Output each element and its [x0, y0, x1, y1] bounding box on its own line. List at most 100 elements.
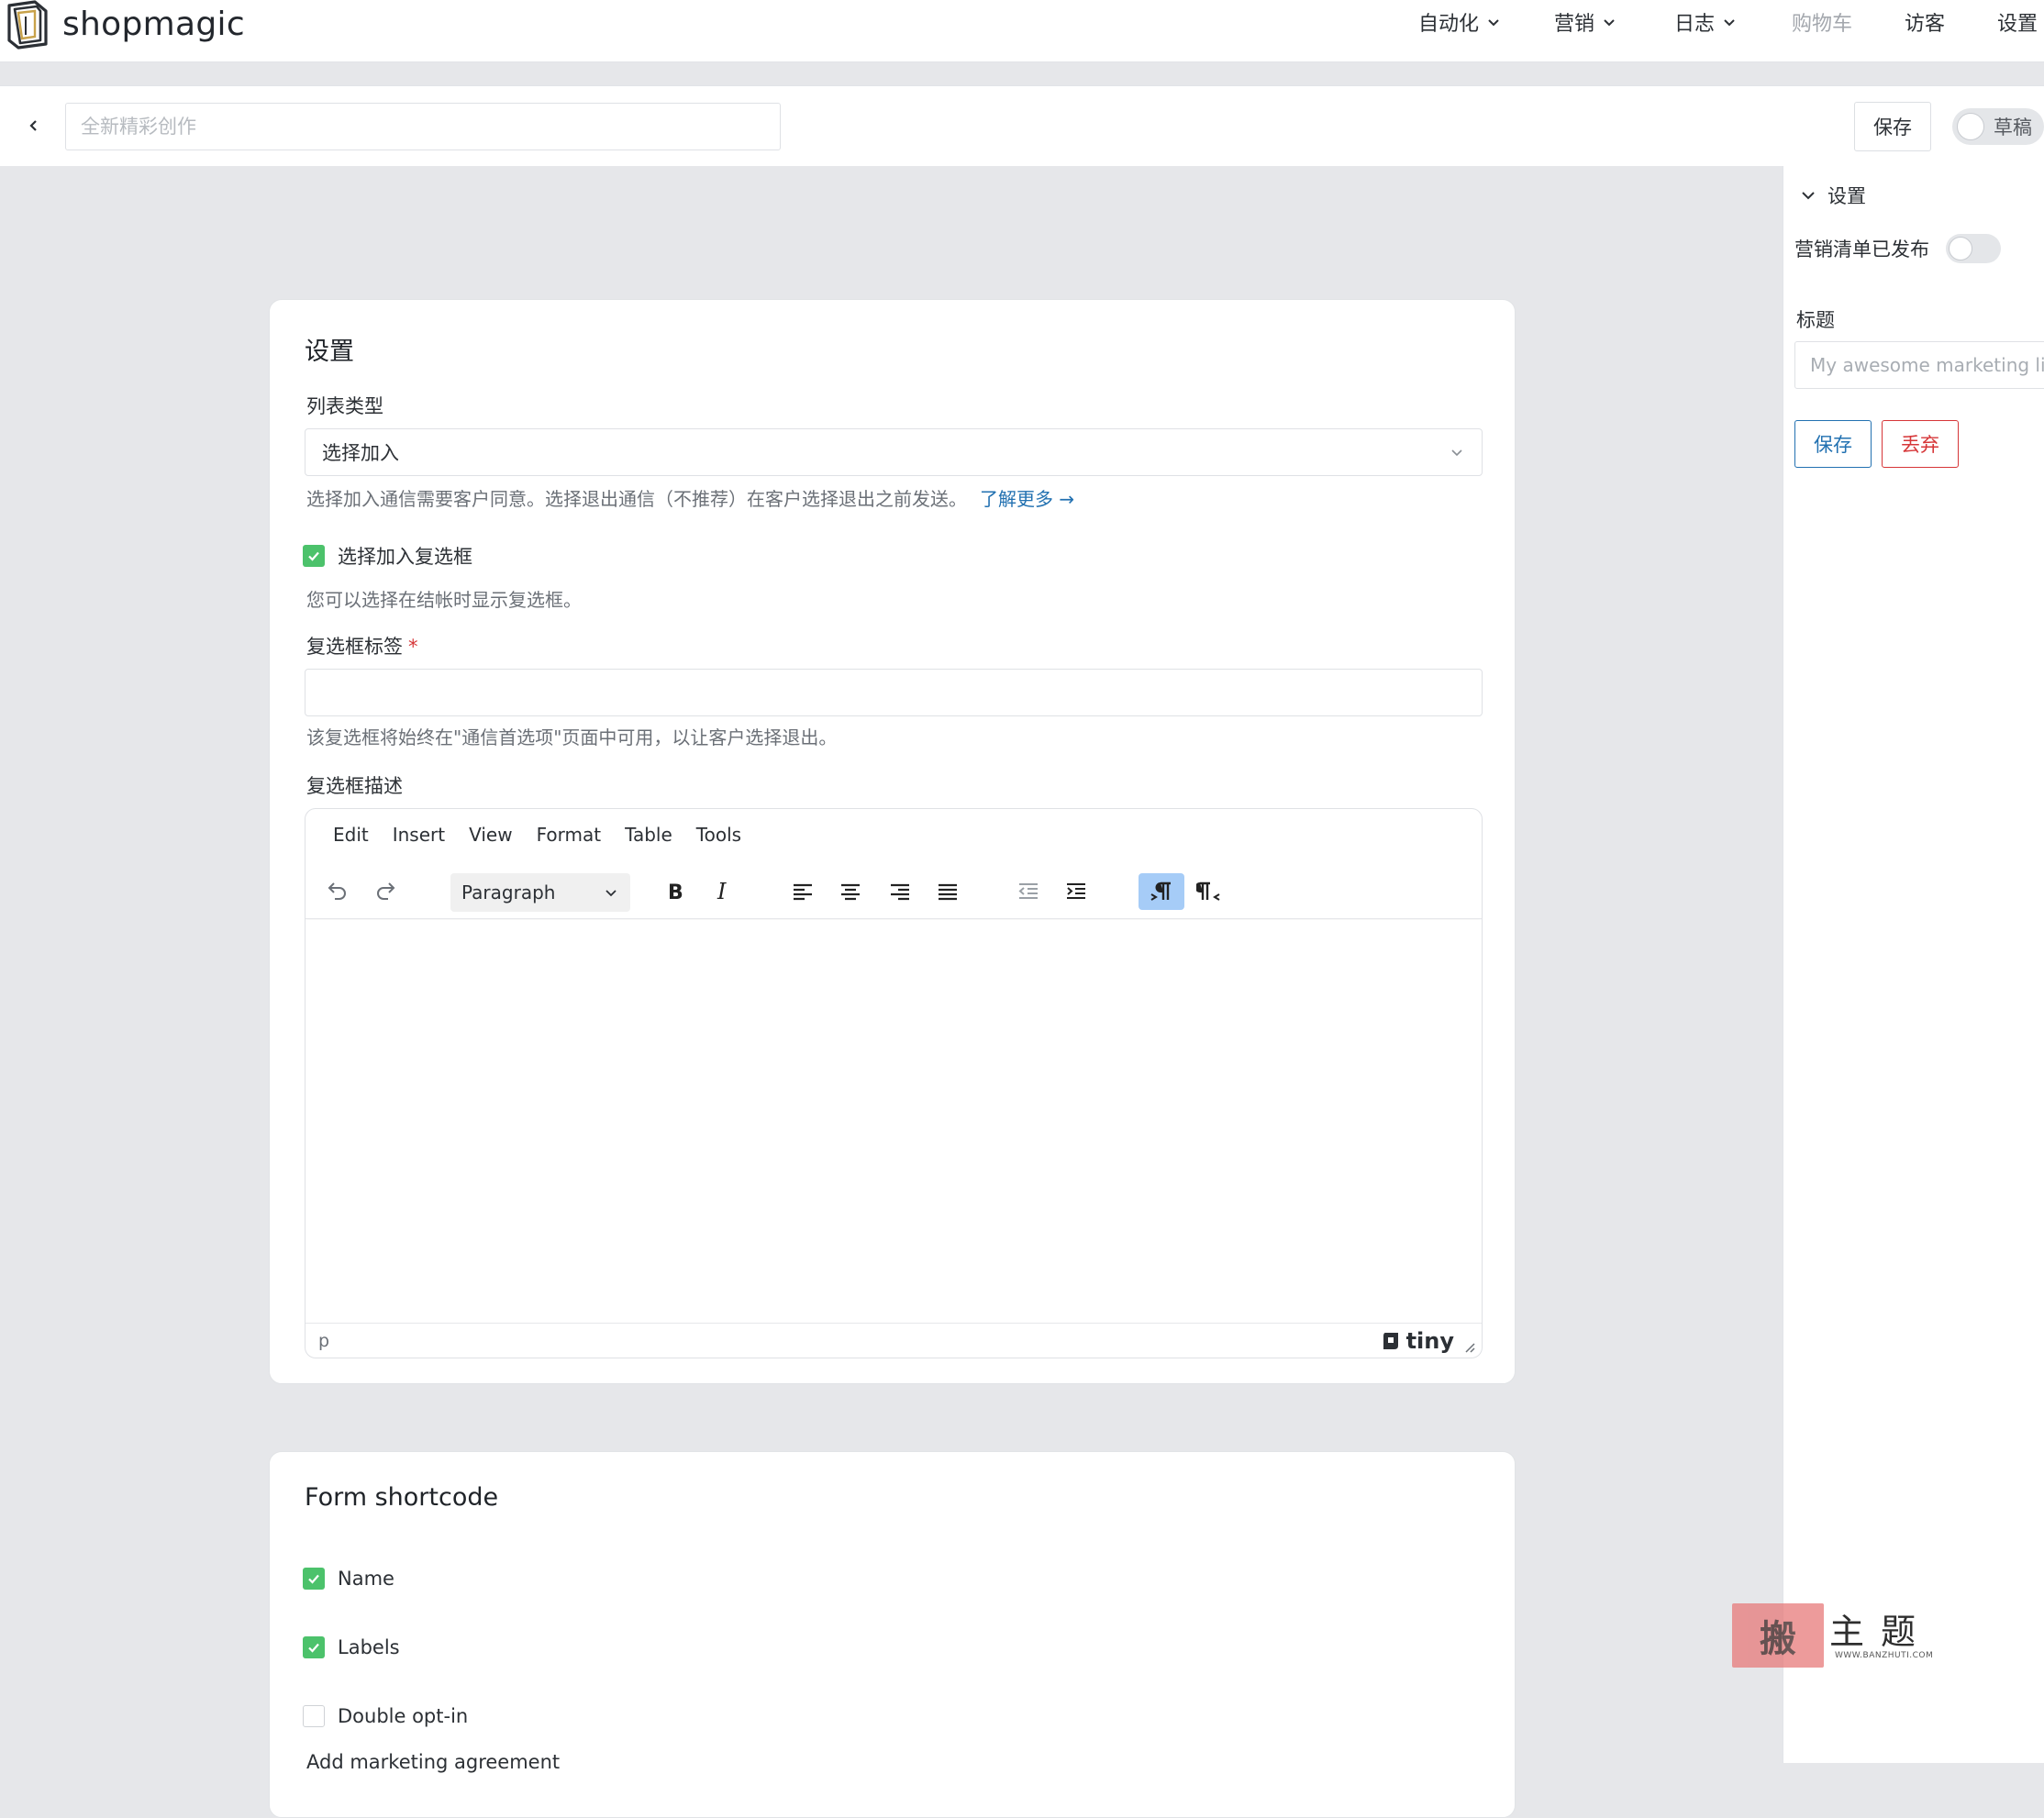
- italic-button[interactable]: I: [704, 873, 740, 910]
- checkbox-label-input[interactable]: [305, 669, 1483, 716]
- chevron-down-icon: [605, 890, 617, 897]
- indent-button[interactable]: [1058, 873, 1094, 910]
- bold-button[interactable]: B: [656, 873, 693, 910]
- nav-guests[interactable]: 访客: [1905, 6, 1945, 39]
- checkbox-unchecked[interactable]: [303, 1705, 325, 1727]
- editor-toolbar: Paragraph B I: [305, 864, 1482, 919]
- block-format-select[interactable]: Paragraph: [450, 873, 630, 912]
- editor-content-area[interactable]: [305, 920, 1482, 1324]
- checkbox-label-label-text: 复选框标签: [306, 636, 403, 658]
- toggle-knob: [1949, 237, 1972, 261]
- optin-checkbox-label: 选择加入复选框: [338, 546, 472, 568]
- list-type-select[interactable]: 选择加入: [305, 428, 1483, 476]
- optin-checkbox-help: 您可以选择在结帐时显示复选框。: [306, 589, 582, 611]
- chevron-left-icon: [29, 120, 37, 131]
- rtl-button[interactable]: [1192, 873, 1228, 910]
- rich-text-editor: Edit Insert View Format Table Tools Para…: [305, 808, 1483, 1358]
- chevron-down-icon: [1604, 19, 1615, 27]
- watermark-text: 主题: [1829, 1612, 1933, 1652]
- menu-table[interactable]: Table: [625, 824, 672, 846]
- sidebar-save-button[interactable]: 保存: [1794, 420, 1872, 468]
- learn-more-link[interactable]: 了解更多 →: [980, 488, 1074, 510]
- draft-toggle[interactable]: 草稿: [1952, 108, 2044, 145]
- checkbox-checked[interactable]: [303, 1568, 325, 1590]
- nav-settings-label: 设置: [1997, 13, 2038, 36]
- watermark-stamp: 搬: [1732, 1603, 1824, 1668]
- nav-logs[interactable]: 日志: [1674, 6, 1737, 39]
- sidebar-title-label: 标题: [1796, 309, 1835, 331]
- redo-icon: [377, 882, 395, 900]
- draft-label: 草稿: [1994, 116, 2032, 139]
- shopmagic-logo[interactable]: shopmagic: [4, 0, 245, 50]
- menu-view[interactable]: View: [469, 824, 512, 846]
- nav-carts[interactable]: 购物车: [1792, 6, 1852, 39]
- tiny-brand-text: tiny: [1405, 1328, 1454, 1354]
- settings-sidebar: 设置 营销清单已发布 标题 保存 丢弃: [1783, 166, 2044, 1763]
- align-justify-icon: [939, 883, 957, 901]
- sidebar-title-input[interactable]: [1794, 341, 2044, 389]
- ltr-button[interactable]: [1139, 873, 1184, 910]
- chevron-down-icon: [1802, 192, 1815, 200]
- outdent-button[interactable]: [1010, 873, 1047, 910]
- nav-marketing[interactable]: 营销: [1554, 6, 1616, 39]
- shopmagic-logo-icon: [7, 0, 48, 50]
- element-path[interactable]: p: [318, 1331, 329, 1351]
- sidebar-discard-button[interactable]: 丢弃: [1882, 420, 1959, 468]
- nav-automations[interactable]: 自动化: [1418, 6, 1501, 39]
- align-justify-button[interactable]: [929, 873, 966, 910]
- checkbox-checked[interactable]: [303, 545, 325, 567]
- tiny-logo-icon: [1383, 1333, 1398, 1349]
- block-format-value: Paragraph: [461, 881, 556, 903]
- checkmark-icon: [308, 1574, 319, 1584]
- settings-panel-toggle[interactable]: 设置: [1800, 179, 1866, 212]
- align-right-button[interactable]: [882, 873, 918, 910]
- settings-card: 设置 列表类型 选择加入 选择加入通信需要客户同意。选择退出通信（不推荐）在客户…: [269, 299, 1516, 1384]
- form-shortcode-card: Form shortcode Name Labels Double opt-in…: [269, 1451, 1516, 1818]
- published-row: 营销清单已发布: [1794, 230, 2001, 267]
- checkbox-desc-label: 复选框描述: [306, 775, 403, 797]
- editor-statusbar: p tiny: [305, 1323, 1482, 1358]
- menu-insert[interactable]: Insert: [393, 824, 445, 846]
- menu-edit[interactable]: Edit: [333, 824, 369, 846]
- nav-logs-label: 日志: [1674, 13, 1716, 36]
- toggle-knob: [1957, 113, 1984, 140]
- align-center-button[interactable]: [832, 873, 869, 910]
- nav-settings[interactable]: 设置: [1997, 6, 2038, 39]
- shortcode-option-name[interactable]: Name: [303, 1568, 394, 1590]
- redo-button[interactable]: [368, 873, 405, 910]
- optin-checkbox[interactable]: 选择加入复选框: [303, 542, 472, 570]
- undo-button[interactable]: [318, 873, 355, 910]
- tiny-branding[interactable]: tiny: [1381, 1326, 1454, 1356]
- align-center-icon: [841, 883, 860, 901]
- back-button[interactable]: [20, 112, 48, 139]
- checkbox-label-help: 该复选框将始终在"通信首选项"页面中可用，以让客户选择退出。: [306, 726, 838, 748]
- brand-name: shopmagic: [62, 6, 245, 43]
- chevron-down-icon: [1724, 19, 1735, 27]
- menu-format[interactable]: Format: [537, 824, 601, 846]
- settings-card-title: 设置: [305, 338, 354, 366]
- checkmark-icon: [308, 551, 319, 561]
- header-save-button[interactable]: 保存: [1854, 102, 1931, 151]
- list-type-help-text: 选择加入通信需要客户同意。选择退出通信（不推荐）在客户选择退出之前发送。: [306, 488, 967, 510]
- shortcode-option-label: Name: [338, 1568, 394, 1590]
- required-mark: *: [408, 636, 418, 658]
- checkmark-icon: [308, 1643, 319, 1653]
- shortcode-option-labels[interactable]: Labels: [303, 1636, 400, 1658]
- published-toggle[interactable]: [1946, 234, 2001, 263]
- checkbox-checked[interactable]: [303, 1636, 325, 1658]
- undo-icon: [328, 882, 346, 900]
- menu-tools[interactable]: Tools: [696, 824, 741, 846]
- editor-header: 保存 草稿: [0, 85, 2044, 166]
- published-label: 营销清单已发布: [1794, 238, 1929, 261]
- nav-guests-label: 访客: [1905, 13, 1946, 36]
- shortcode-option-label: Double opt-in: [338, 1705, 469, 1727]
- nav-carts-label: 购物车: [1792, 13, 1853, 36]
- shortcode-option-double-optin[interactable]: Double opt-in: [303, 1705, 468, 1727]
- text-direction-rtl-icon: [1196, 881, 1220, 901]
- nav-automations-label: 自动化: [1418, 13, 1480, 36]
- list-title-input[interactable]: [65, 103, 781, 150]
- align-left-button[interactable]: [784, 873, 821, 910]
- shortcode-option-label: Labels: [338, 1636, 400, 1658]
- text-direction-ltr-icon: [1150, 881, 1171, 901]
- resize-handle-icon[interactable]: [1463, 1341, 1476, 1354]
